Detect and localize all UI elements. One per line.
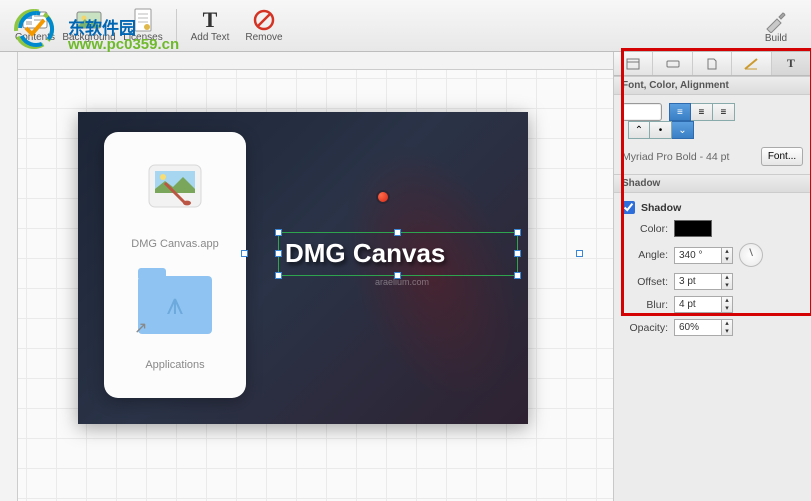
label-angle: Angle: — [622, 249, 674, 261]
add-text-icon: T — [196, 8, 224, 32]
blur-field[interactable]: 4 pt — [674, 296, 722, 313]
valign-middle-button[interactable]: • — [650, 121, 672, 139]
resize-handle[interactable] — [576, 250, 583, 257]
selected-text-frame[interactable]: DMG Canvas araelium.com — [278, 232, 518, 276]
text-color-well[interactable] — [622, 103, 662, 121]
shadow-checkbox[interactable] — [622, 201, 635, 214]
ruler-vertical — [0, 52, 18, 501]
add-text-button[interactable]: T Add Text — [183, 2, 237, 50]
remove-icon — [250, 8, 278, 32]
shadow-checkbox-label: Shadow — [641, 202, 681, 214]
inspector-tabs: T — [614, 52, 811, 76]
design-canvas[interactable]: DMG Canvas.app ⩚ ↗ Applications DMG Canv… — [78, 112, 528, 424]
resize-handle[interactable] — [241, 250, 248, 257]
label-blur: Blur: — [622, 299, 674, 311]
angle-dial[interactable] — [739, 243, 763, 267]
resize-handle[interactable] — [275, 250, 282, 257]
toolbar-label: Add Text — [191, 32, 230, 43]
valign-bottom-button[interactable]: ⌄ — [672, 121, 694, 139]
tab-disk[interactable] — [653, 52, 692, 75]
align-left-button[interactable]: ≡ — [669, 103, 691, 121]
red-handle-dot[interactable] — [378, 192, 388, 202]
label-color: Color: — [622, 223, 674, 235]
align-center-button[interactable]: ≡ — [691, 103, 713, 121]
app-label: DMG Canvas.app — [131, 238, 218, 250]
blur-stepper[interactable] — [722, 296, 733, 313]
licenses-button[interactable]: Licenses — [116, 2, 170, 50]
section-header-shadow: Shadow — [614, 174, 811, 193]
resize-handle[interactable] — [514, 229, 521, 236]
offset-stepper[interactable] — [722, 273, 733, 290]
app-icon[interactable] — [143, 159, 207, 213]
toolbar: Contents Background Licenses T Add Text … — [0, 0, 811, 52]
folder-label: Applications — [145, 359, 204, 371]
opacity-field[interactable]: 60% — [674, 319, 722, 336]
angle-stepper[interactable] — [722, 247, 733, 264]
applications-folder-icon[interactable]: ⩚ ↗ — [138, 276, 212, 334]
toolbar-label: Background — [62, 32, 115, 43]
label-opacity: Opacity: — [622, 322, 674, 334]
file-card: DMG Canvas.app ⩚ ↗ Applications — [104, 132, 246, 398]
opacity-stepper[interactable] — [722, 319, 733, 336]
resize-handle[interactable] — [275, 229, 282, 236]
work-area: DMG Canvas.app ⩚ ↗ Applications DMG Canv… — [0, 52, 613, 501]
tab-ruler[interactable] — [732, 52, 771, 75]
toolbar-label: Remove — [245, 32, 282, 43]
licenses-icon — [129, 8, 157, 32]
canvas-text: DMG Canvas — [279, 233, 517, 273]
background-icon — [75, 8, 103, 32]
section-header-font: Font, Color, Alignment — [614, 76, 811, 95]
label-offset: Offset: — [622, 276, 674, 288]
ruler-horizontal — [0, 52, 613, 70]
resize-handle[interactable] — [514, 250, 521, 257]
resize-handle[interactable] — [514, 272, 521, 279]
contents-button[interactable]: Contents — [8, 2, 62, 50]
tab-doc[interactable] — [693, 52, 732, 75]
background-button[interactable]: Background — [62, 2, 116, 50]
contents-icon — [21, 8, 49, 32]
build-icon — [762, 9, 790, 33]
tab-window[interactable] — [614, 52, 653, 75]
canvas-subtext: araelium.com — [375, 277, 429, 287]
offset-field[interactable]: 3 pt — [674, 273, 722, 290]
shadow-color-swatch[interactable] — [674, 220, 712, 237]
tab-text[interactable]: T — [772, 52, 811, 75]
toolbar-label: Build — [765, 33, 787, 44]
font-picker-button[interactable]: Font... — [761, 147, 803, 166]
build-button[interactable]: Build — [749, 2, 803, 50]
align-right-button[interactable]: ≡ — [713, 103, 735, 121]
remove-button[interactable]: Remove — [237, 2, 291, 50]
inspector-panel: T Font, Color, Alignment ≡ ≡ ≡ ⌃ • ⌄ Myr… — [613, 52, 811, 501]
toolbar-label: Licenses — [123, 32, 162, 43]
resize-handle[interactable] — [394, 229, 401, 236]
resize-handle[interactable] — [275, 272, 282, 279]
resize-handle[interactable] — [394, 272, 401, 279]
font-description: Myriad Pro Bold - 44 pt — [622, 151, 729, 163]
toolbar-label: Contents — [15, 32, 55, 43]
angle-field[interactable]: 340 ° — [674, 247, 722, 264]
valign-top-button[interactable]: ⌃ — [628, 121, 650, 139]
